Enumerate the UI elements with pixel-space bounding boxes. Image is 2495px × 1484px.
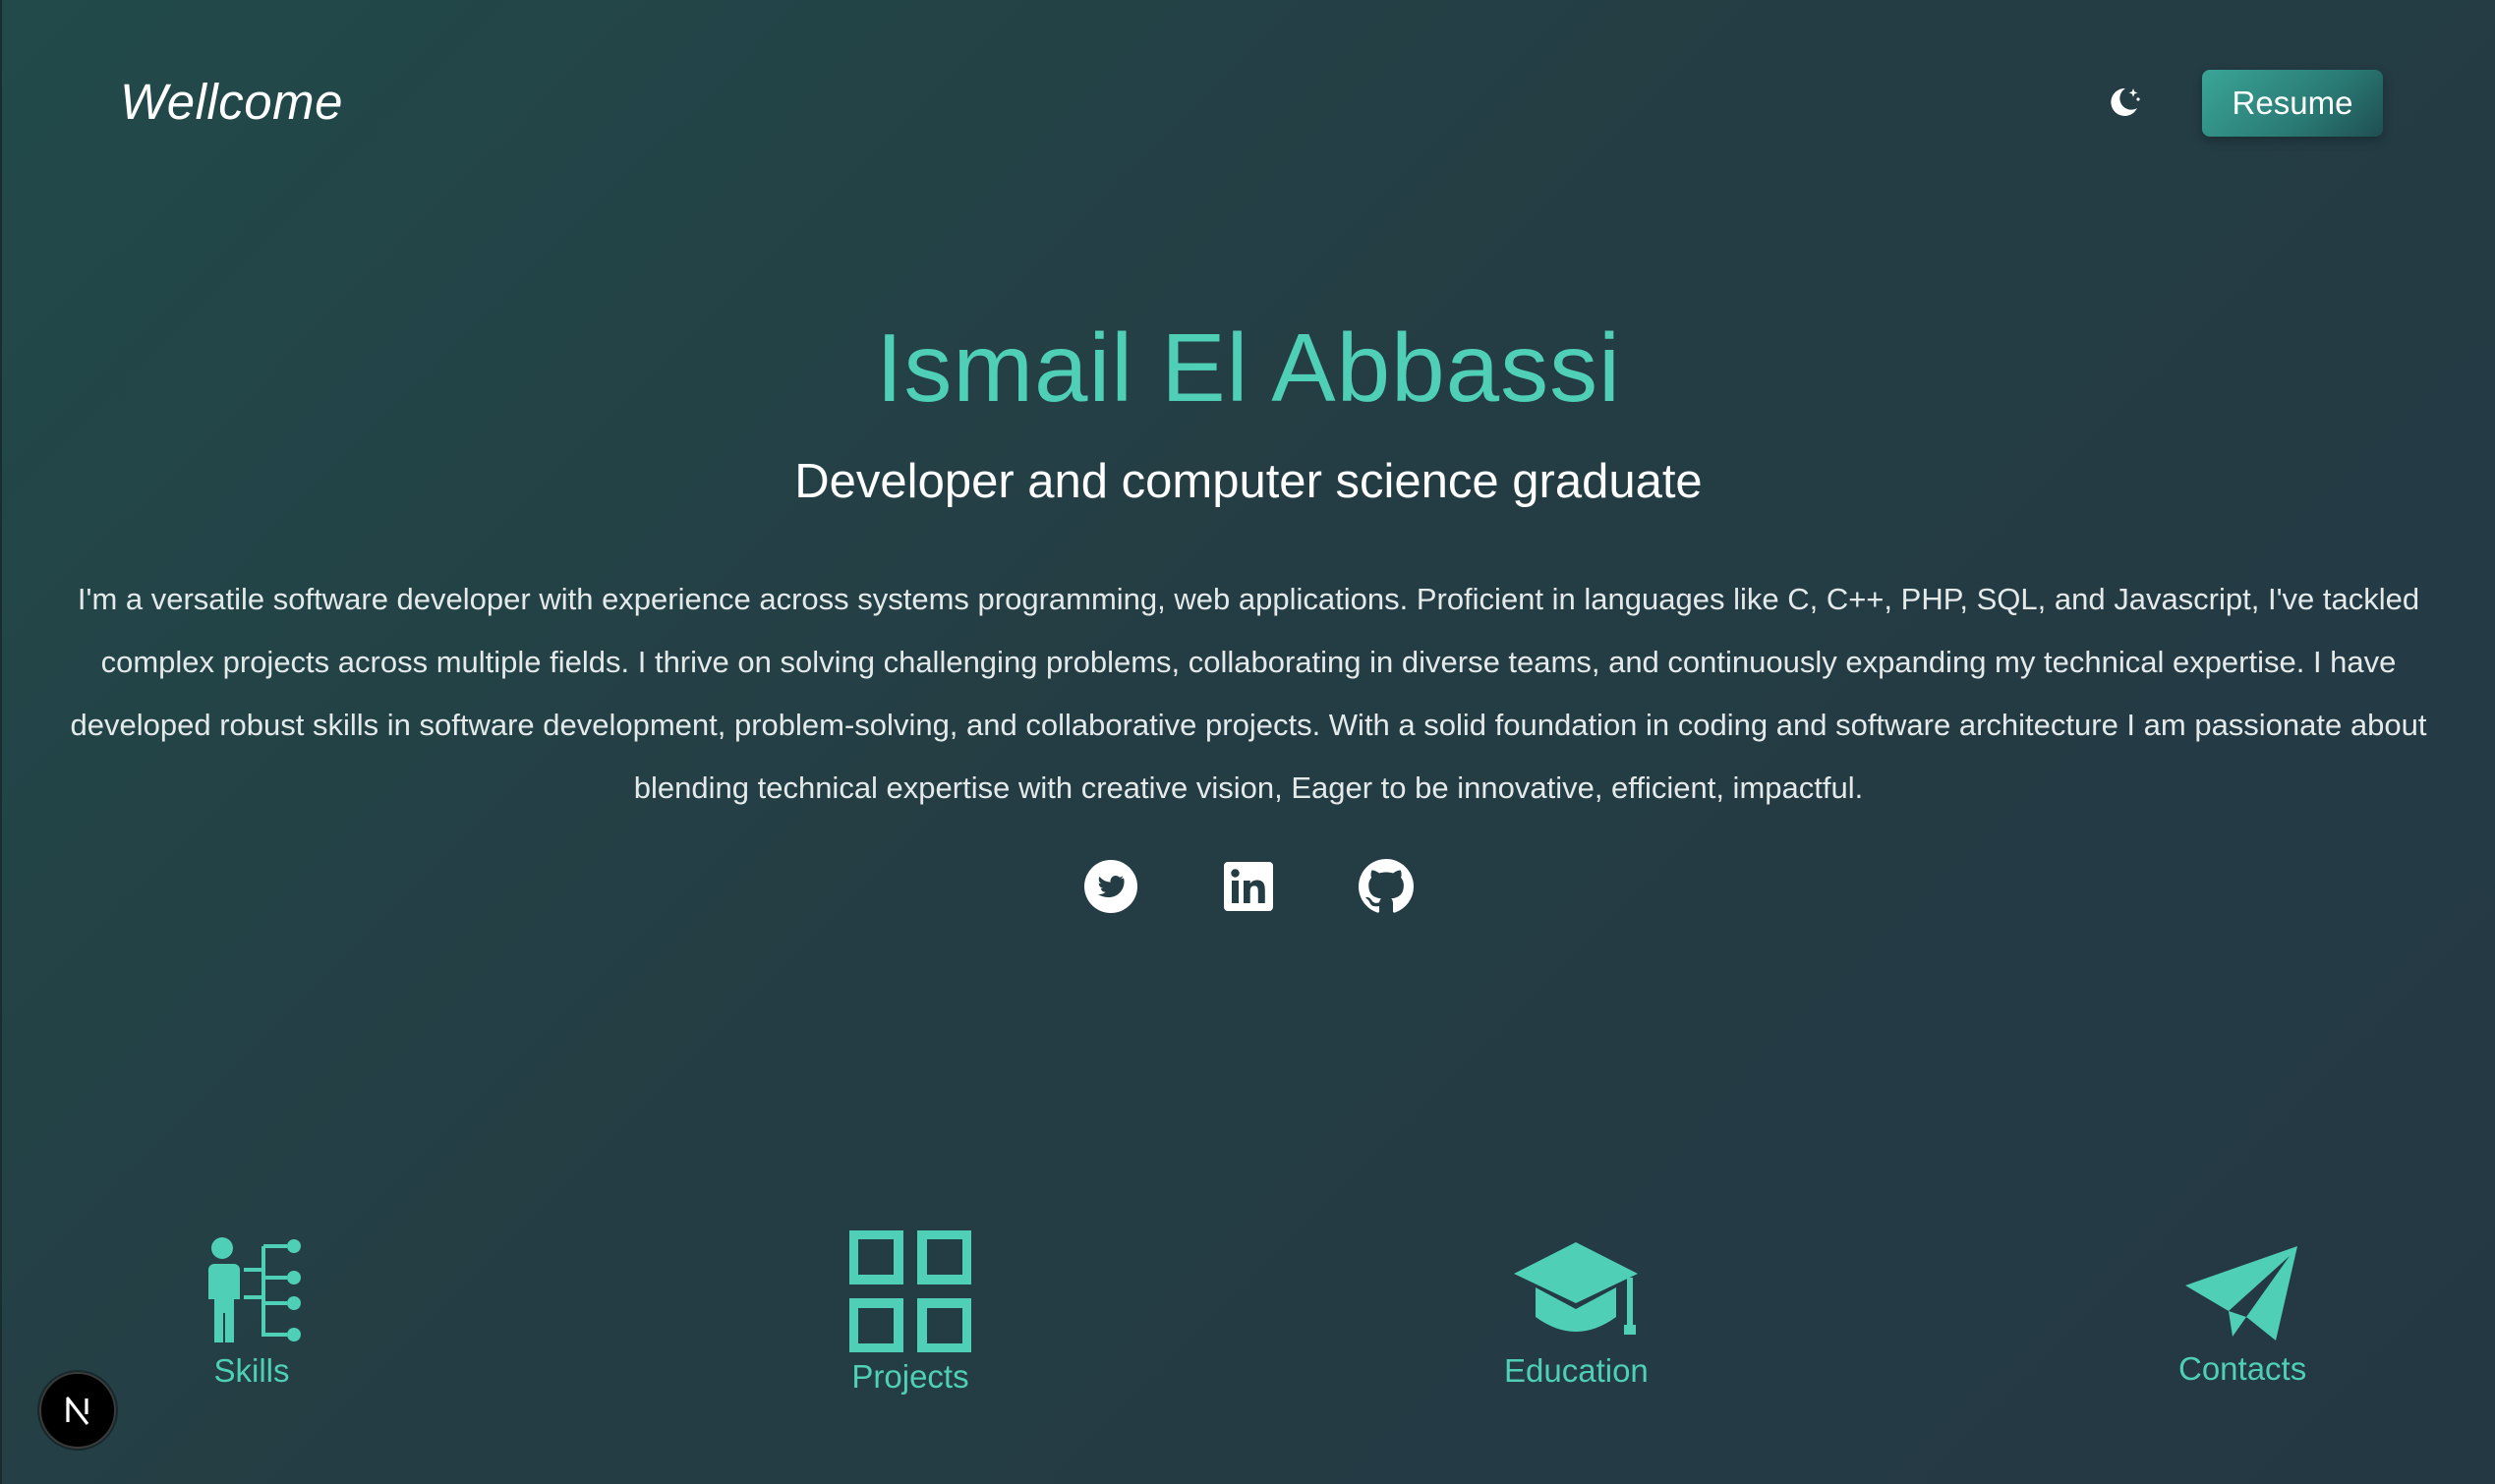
- nav-item-education[interactable]: Education: [1504, 1238, 1649, 1390]
- moon-stars-icon: [2111, 87, 2140, 116]
- section-nav: Skills Projects Education Contacts: [2, 1219, 2495, 1415]
- resume-button[interactable]: Resume: [2202, 70, 2383, 137]
- hero-name: Ismail El Abbassi: [876, 314, 1621, 422]
- twitter-link[interactable]: [1083, 859, 1138, 914]
- hero-bio: I'm a versatile software developer with …: [70, 582, 2427, 805]
- paper-plane-icon: [2185, 1246, 2298, 1341]
- nav-item-skills[interactable]: Skills: [195, 1236, 309, 1390]
- theme-toggle-button[interactable]: [2102, 81, 2145, 124]
- hero-subtitle: Developer and computer science graduate: [794, 455, 1703, 508]
- header: Wellcome Resume: [2, 0, 2495, 206]
- nav-label-skills: Skills: [213, 1352, 290, 1389]
- nav-item-contacts[interactable]: Contacts: [2178, 1242, 2306, 1388]
- twitter-icon: [1084, 860, 1137, 913]
- grid-icon: [849, 1230, 971, 1352]
- skills-hierarchy-icon: [208, 1237, 301, 1342]
- github-icon: [1359, 859, 1414, 913]
- nav-label-projects: Projects: [851, 1358, 969, 1395]
- nextjs-dev-badge[interactable]: [39, 1372, 116, 1449]
- nextjs-icon: [66, 1397, 89, 1425]
- social-links: [2, 859, 2495, 914]
- linkedin-link[interactable]: [1221, 859, 1276, 914]
- github-link[interactable]: [1359, 859, 1414, 914]
- graduation-cap-icon: [1514, 1242, 1639, 1335]
- nav-label-education: Education: [1504, 1352, 1649, 1389]
- brand-title: Wellcome: [120, 74, 343, 130]
- nav-item-projects[interactable]: Projects: [849, 1230, 971, 1396]
- nav-label-contacts: Contacts: [2178, 1350, 2307, 1387]
- linkedin-icon: [1224, 862, 1273, 911]
